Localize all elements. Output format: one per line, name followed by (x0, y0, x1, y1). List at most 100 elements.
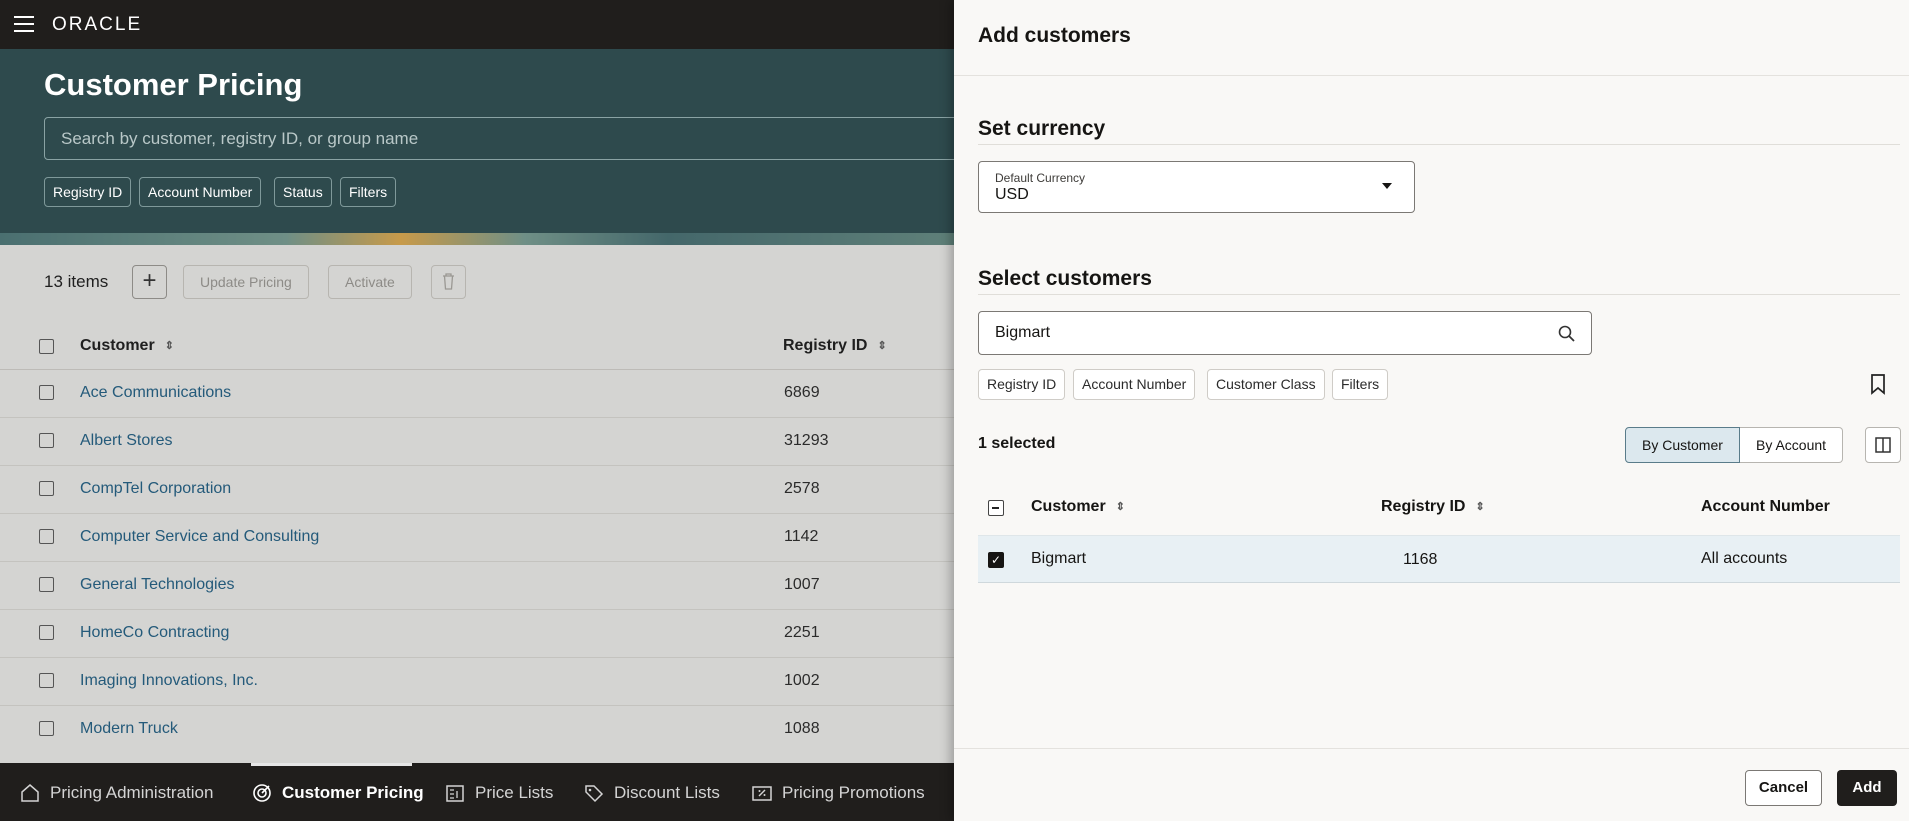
decorative-banner (0, 233, 954, 245)
set-currency-heading: Set currency (978, 117, 1106, 140)
top-bar: ORACLE (0, 0, 954, 49)
home-icon (21, 784, 39, 802)
table-row[interactable]: ✓ Bigmart 1168 All accounts (978, 535, 1900, 583)
divider (978, 144, 1900, 145)
nav-label: Pricing Administration (50, 783, 214, 802)
filter-chip-account-number[interactable]: Account Number (139, 177, 262, 207)
default-currency-select[interactable]: Default Currency USD (978, 161, 1415, 213)
registry-id: 1088 (784, 720, 820, 737)
registry-id: 1007 (784, 576, 820, 593)
cancel-button[interactable]: Cancel (1745, 770, 1822, 806)
chevron-down-icon (1382, 183, 1392, 189)
sort-icon[interactable]: ⇕ (1116, 501, 1125, 512)
nav-label: Customer Pricing (282, 783, 424, 802)
default-currency-value: USD (995, 186, 1029, 203)
customer-link[interactable]: HomeCo Contracting (80, 624, 229, 642)
tag-icon (585, 785, 604, 803)
column-header-account-number: Account Number (1701, 498, 1830, 515)
columns-icon (1875, 437, 1891, 453)
nav-pricing-promotions[interactable]: Pricing Promotions (752, 783, 925, 803)
column-header-registry-id[interactable]: Registry ID ⇕ (1381, 498, 1485, 516)
promotion-icon (752, 786, 772, 801)
registry-id: 1142 (784, 528, 819, 545)
row-checkbox[interactable] (39, 577, 54, 592)
trash-icon (443, 273, 454, 290)
nav-customer-pricing[interactable]: Customer Pricing (252, 783, 424, 803)
account-number: All accounts (1701, 550, 1788, 567)
add-button[interactable]: Add (1837, 770, 1897, 806)
add-button[interactable]: + (132, 265, 167, 299)
chip-registry-id[interactable]: Registry ID (978, 369, 1066, 400)
nav-pricing-administration[interactable]: Pricing Administration (20, 783, 213, 803)
divider (978, 294, 1900, 295)
drawer-title: Add customers (978, 24, 1131, 47)
customer-link[interactable]: General Technologies (80, 576, 234, 594)
customer-link[interactable]: CompTel Corporation (80, 480, 231, 498)
bookmark-icon[interactable] (1868, 373, 1888, 395)
selected-count: 1 selected (978, 435, 1056, 452)
by-account-toggle[interactable]: By Account (1740, 427, 1844, 463)
update-pricing-button[interactable]: Update Pricing (183, 265, 309, 299)
add-customers-drawer: Add customers Set currency Default Curre… (954, 0, 1909, 821)
customer-link[interactable]: Modern Truck (80, 720, 178, 738)
customer-name: Bigmart (1031, 550, 1087, 567)
delete-button[interactable] (431, 265, 466, 299)
customer-search-input[interactable]: Bigmart (978, 311, 1592, 355)
menu-icon[interactable] (14, 16, 34, 32)
filter-chip-status[interactable]: Status (274, 177, 332, 207)
customer-link[interactable]: Ace Communications (80, 384, 231, 402)
table-row[interactable]: HomeCo Contracting 2251 (0, 610, 954, 658)
select-all-checkbox[interactable] (988, 500, 1004, 516)
columns-button[interactable] (1865, 427, 1901, 463)
activate-button[interactable]: Activate (328, 265, 412, 299)
price-list-icon (446, 785, 464, 802)
row-checkbox[interactable] (39, 433, 54, 448)
table-row[interactable]: Imaging Innovations, Inc. 1002 (0, 658, 954, 706)
item-count: 13 items (44, 272, 109, 291)
page-header: Customer Pricing Search by customer, reg… (0, 49, 954, 245)
table-row[interactable]: Computer Service and Consulting 1142 (0, 514, 954, 562)
by-customer-toggle[interactable]: By Customer (1625, 427, 1740, 463)
search-input[interactable]: Search by customer, registry ID, or grou… (44, 117, 954, 160)
page-title: Customer Pricing (44, 67, 303, 102)
chip-account-number[interactable]: Account Number (1073, 369, 1196, 400)
column-header-customer[interactable]: Customer ⇕ (1031, 498, 1125, 516)
registry-id: 1168 (1403, 551, 1438, 568)
select-customers-heading: Select customers (978, 267, 1152, 290)
row-checkbox[interactable] (39, 721, 54, 736)
oracle-logo[interactable]: ORACLE (52, 14, 142, 36)
table-row[interactable]: General Technologies 1007 (0, 562, 954, 610)
row-checkbox[interactable] (39, 625, 54, 640)
table-row[interactable]: Albert Stores 31293 (0, 418, 954, 466)
customer-table-area: 13 items + Update Pricing Activate Custo… (0, 245, 954, 763)
table-row[interactable]: Modern Truck 1088 (0, 706, 954, 754)
filter-chip-registry-id[interactable]: Registry ID (44, 177, 132, 207)
row-checkbox[interactable] (39, 529, 54, 544)
table-row[interactable]: CompTel Corporation 2578 (0, 466, 954, 514)
active-tab-indicator (251, 763, 412, 766)
row-checkbox[interactable] (39, 481, 54, 496)
row-checkbox[interactable] (39, 673, 54, 688)
sort-icon[interactable]: ⇕ (1475, 501, 1484, 512)
table-row[interactable]: Ace Communications 6869 (0, 370, 954, 418)
registry-id: 2578 (784, 480, 820, 497)
row-checkbox[interactable]: ✓ (988, 552, 1004, 568)
filter-chip-filters[interactable]: Filters (340, 177, 397, 207)
search-icon[interactable] (1557, 324, 1577, 344)
customer-link[interactable]: Computer Service and Consulting (80, 528, 319, 546)
chip-customer-class[interactable]: Customer Class (1207, 369, 1325, 400)
customer-link[interactable]: Imaging Innovations, Inc. (80, 672, 258, 690)
row-checkbox[interactable] (39, 385, 54, 400)
nav-price-lists[interactable]: Price Lists (445, 783, 553, 803)
registry-id: 1002 (784, 672, 820, 689)
customer-link[interactable]: Albert Stores (80, 432, 172, 450)
divider (954, 748, 1909, 749)
nav-discount-lists[interactable]: Discount Lists (584, 783, 720, 803)
default-currency-label: Default Currency (995, 171, 1086, 185)
chip-filters[interactable]: Filters (1332, 369, 1389, 400)
nav-label: Pricing Promotions (782, 783, 925, 802)
registry-id: 31293 (784, 432, 829, 449)
search-value: Bigmart (995, 324, 1051, 341)
divider (954, 75, 1909, 76)
registry-id: 6869 (784, 384, 820, 401)
